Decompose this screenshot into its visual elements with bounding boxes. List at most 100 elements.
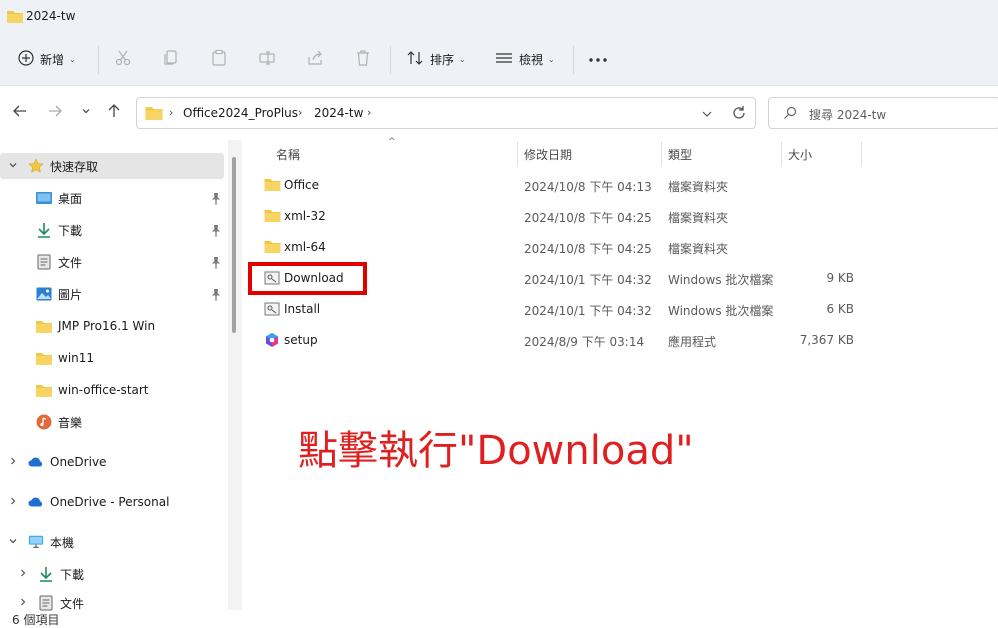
document-icon xyxy=(38,595,54,611)
file-size: 9 KB xyxy=(826,271,854,285)
sidebar-item-onedrive[interactable]: OneDrive xyxy=(8,449,106,475)
view-button[interactable]: 檢視 ⌄ xyxy=(495,47,555,71)
file-name: Office xyxy=(284,178,320,192)
sidebar-item-win11[interactable]: win11 xyxy=(36,345,94,371)
breadcrumb-item-2024-tw[interactable]: 2024-tw xyxy=(314,106,363,120)
forward-button[interactable] xyxy=(45,102,65,122)
command-bar: 新增 ⌄ 排序 ⌄ 檢視 ⌄ xyxy=(0,34,998,86)
back-button[interactable] xyxy=(10,102,30,122)
up-button[interactable] xyxy=(104,102,124,122)
more-options-button[interactable] xyxy=(588,47,608,71)
star-icon xyxy=(28,158,44,174)
copy-button[interactable] xyxy=(162,47,180,71)
search-box[interactable]: 搜尋 2024-tw xyxy=(768,97,998,129)
pin-icon[interactable] xyxy=(210,288,222,302)
sort-label: 排序 xyxy=(430,52,455,67)
file-row-install[interactable]: Install 2024/10/1 下午 04:32 Windows 批次檔案 … xyxy=(244,294,864,325)
column-divider[interactable] xyxy=(781,141,782,166)
rename-button[interactable] xyxy=(258,47,276,71)
recent-locations-button[interactable] xyxy=(76,102,96,122)
address-dropdown-icon[interactable] xyxy=(701,108,713,122)
sort-icon xyxy=(406,50,424,69)
download-icon xyxy=(38,566,54,582)
arrow-up-icon xyxy=(106,103,122,122)
file-row-office[interactable]: Office 2024/10/8 下午 04:13 檔案資料夾 xyxy=(244,170,864,201)
sidebar-item-music[interactable]: 音樂 xyxy=(36,409,82,435)
folder-icon xyxy=(36,382,52,398)
office-setup-icon xyxy=(264,332,280,348)
search-input[interactable]: 搜尋 2024-tw xyxy=(809,106,886,123)
folder-icon xyxy=(7,9,23,26)
file-row-xml-32[interactable]: xml-32 2024/10/8 下午 04:25 檔案資料夾 xyxy=(244,201,864,232)
file-date: 2024/10/1 下午 04:32 xyxy=(524,273,652,287)
chevron-down-icon xyxy=(81,105,91,119)
sidebar-item-jmp[interactable]: JMP Pro16.1 Win xyxy=(36,313,155,339)
column-header-size[interactable]: 大小 xyxy=(788,146,812,163)
sidebar-item-this-pc[interactable]: 本機 xyxy=(8,529,74,555)
file-row-xml-64[interactable]: xml-64 2024/10/8 下午 04:25 檔案資料夾 xyxy=(244,232,864,263)
download-icon xyxy=(36,222,52,238)
new-button-label: 新增 xyxy=(40,52,65,67)
sort-button[interactable]: 排序 ⌄ xyxy=(406,47,466,71)
column-divider[interactable] xyxy=(861,141,862,166)
plus-circle-icon xyxy=(18,49,34,69)
column-divider[interactable] xyxy=(517,141,518,166)
column-header-type[interactable]: 類型 xyxy=(668,146,692,163)
file-name: setup xyxy=(284,333,318,347)
sidebar-label: win11 xyxy=(58,351,95,365)
file-type: 檔案資料夾 xyxy=(668,211,729,225)
breadcrumb-item-office2024[interactable]: Office2024_ProPlus xyxy=(183,106,298,120)
sidebar-item-onedrive-personal[interactable]: OneDrive - Personal xyxy=(8,489,169,515)
computer-icon xyxy=(28,534,44,550)
file-row-setup[interactable]: setup 2024/8/9 下午 03:14 應用程式 7,367 KB xyxy=(244,325,864,356)
sidebar-label: 快速存取 xyxy=(50,159,99,174)
sidebar-scrollbar-thumb[interactable] xyxy=(232,157,236,333)
file-date: 2024/8/9 下午 03:14 xyxy=(524,335,645,349)
sidebar-label: 本機 xyxy=(50,535,75,550)
file-date: 2024/10/8 下午 04:13 xyxy=(524,180,652,194)
music-icon xyxy=(36,414,52,430)
sidebar-label: OneDrive xyxy=(50,455,107,469)
file-name: Install xyxy=(284,302,321,316)
sidebar-item-documents[interactable]: 文件 xyxy=(36,249,82,275)
chevron-down-icon xyxy=(8,159,18,173)
column-header-date[interactable]: 修改日期 xyxy=(524,146,572,163)
sidebar-item-pictures[interactable]: 圖片 xyxy=(36,281,82,307)
paste-button[interactable] xyxy=(210,47,228,71)
pin-icon[interactable] xyxy=(210,256,222,270)
pin-icon[interactable] xyxy=(210,224,222,238)
sidebar-item-downloads[interactable]: 下載 xyxy=(36,217,82,243)
column-header-name[interactable]: 名稱 xyxy=(276,146,300,163)
sidebar-item-pc-downloads[interactable]: 下載 xyxy=(18,561,84,587)
divider xyxy=(390,46,391,74)
sidebar-item-pc-documents[interactable]: 文件 xyxy=(18,593,84,613)
sidebar-item-desktop[interactable]: 桌面 xyxy=(36,185,82,211)
new-button[interactable]: 新增 ⌄ xyxy=(18,47,76,71)
file-type: Windows 批次檔案 xyxy=(668,273,774,287)
cut-button[interactable] xyxy=(114,47,132,71)
column-divider[interactable] xyxy=(661,141,662,166)
pin-icon[interactable] xyxy=(210,192,222,206)
breadcrumb-chevron-icon: › xyxy=(298,106,303,119)
instruction-annotation: 點擊執行"Download" xyxy=(298,428,694,474)
window-title: 2024-tw xyxy=(26,9,76,23)
address-bar[interactable]: › Office2024_ProPlus › 2024-tw › xyxy=(136,97,756,129)
file-name: xml-64 xyxy=(284,240,326,254)
folder-icon xyxy=(36,350,52,366)
chevron-right-icon xyxy=(18,596,28,610)
arrow-right-icon xyxy=(47,103,63,122)
view-label: 檢視 xyxy=(519,52,544,67)
scissors-icon xyxy=(114,49,132,70)
desktop-icon xyxy=(36,190,52,206)
file-size: 6 KB xyxy=(826,302,854,316)
refresh-icon[interactable] xyxy=(731,105,747,124)
sidebar-item-quick-access[interactable]: 快速存取 xyxy=(0,153,224,179)
file-type: 檔案資料夾 xyxy=(668,242,729,256)
file-name: xml-32 xyxy=(284,209,326,223)
divider xyxy=(573,46,574,74)
chevron-down-icon: ⌄ xyxy=(459,54,466,64)
share-button[interactable] xyxy=(306,47,324,71)
delete-button[interactable] xyxy=(354,47,372,71)
sidebar-label: 下載 xyxy=(60,567,85,582)
sidebar-item-win-office-start[interactable]: win-office-start xyxy=(36,377,149,403)
